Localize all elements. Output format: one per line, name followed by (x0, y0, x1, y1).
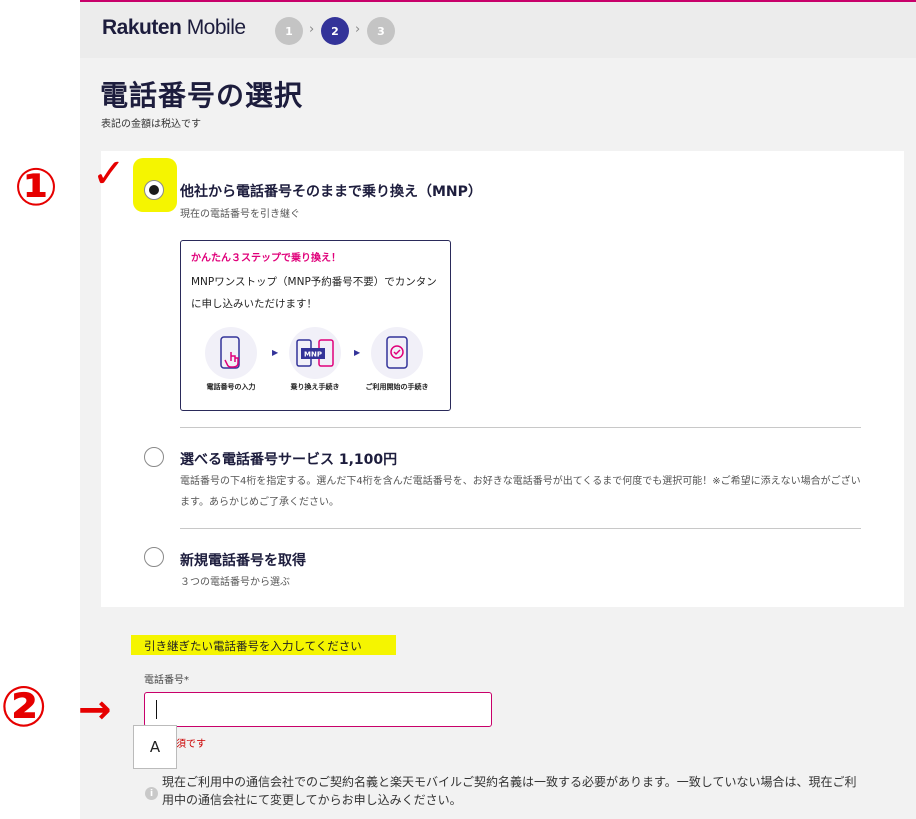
rakuten-mobile-logo[interactable]: Rakuten Mobile (102, 16, 246, 40)
tax-note: 表記の金額は税込です (101, 119, 201, 130)
radio-new-number[interactable] (144, 547, 164, 567)
text-caret (156, 700, 157, 719)
chevron-right-icon: › (309, 22, 315, 37)
option-divider (180, 528, 861, 529)
mnp-steps-box: かんたん３ステップで乗り換え！ MNPワンストップ（MNP予約番号不要）でカンタ… (180, 240, 451, 411)
radio-choose-number[interactable] (144, 447, 164, 467)
contract-name-notice: 現在ご利用中の通信会社でのご契約名義と楽天モバイルご契約名義は一致する必要があり… (162, 775, 857, 807)
logo-bold-text: Rakuten (102, 16, 182, 39)
mnp-transfer-icon: MNP (289, 327, 341, 379)
phone-number-input[interactable] (144, 692, 492, 727)
logo-rest-text: Mobile (181, 16, 246, 39)
radio-mnp[interactable] (144, 180, 164, 200)
annotation-number-2: ② (0, 675, 48, 740)
mnp-icon-text: MNP (304, 351, 322, 359)
step-label-activation: ご利用開始の手続き (365, 383, 429, 391)
phone-section-heading: 引き継ぎたい電話番号を入力してください (144, 639, 362, 653)
annotation-checkmark-icon: ✓ (92, 151, 126, 197)
page-title: 電話番号の選択 (100, 79, 304, 112)
step-indicator-3: 3 (367, 17, 395, 45)
required-error-message: 須です (176, 739, 206, 750)
annotation-arrow-icon: → (78, 687, 112, 733)
step-indicator-2: 2 (321, 17, 349, 45)
step-arrow-icon: ▶ (272, 348, 279, 357)
chevron-right-icon: › (355, 22, 361, 37)
info-icon: i (145, 787, 158, 800)
option-choose-number-desc: 電話番号の下4桁を指定する。選んだ下4桁を含んだ電話番号を、お好きな電話番号が出… (180, 476, 861, 508)
phone-check-icon (371, 327, 423, 379)
option-choose-number-title[interactable]: 選べる電話番号サービス 1,100円 (180, 449, 397, 469)
option-divider (180, 427, 861, 428)
header: Rakuten Mobile 1 › 2 › 3 (80, 0, 916, 58)
option-new-number-desc: ３つの電話番号から選ぶ (180, 577, 290, 588)
option-mnp-desc: 現在の電話番号を引き継ぐ (180, 209, 300, 220)
annotation-number-1: ① (14, 158, 59, 218)
ime-mode-indicator: A (133, 725, 177, 769)
phone-field-label: 電話番号* (144, 675, 189, 686)
mnp-box-title: かんたん３ステップで乗り換え！ (191, 253, 341, 264)
step-label-input: 電話番号の入力 (206, 383, 256, 391)
step-indicator-1: 1 (275, 17, 303, 45)
option-new-number-title[interactable]: 新規電話番号を取得 (180, 550, 306, 570)
step-arrow-icon: ▶ (354, 348, 361, 357)
mnp-box-text: MNPワンストップ（MNP予約番号不要）でカンタンに申し込みいただけます！ (191, 276, 437, 310)
phone-tap-icon (205, 327, 257, 379)
radio-selected-dot (148, 184, 159, 195)
option-mnp-title[interactable]: 他社から電話番号そのままで乗り換え（MNP） (180, 181, 482, 201)
step-label-transfer: 乗り換え手続き (290, 383, 340, 391)
